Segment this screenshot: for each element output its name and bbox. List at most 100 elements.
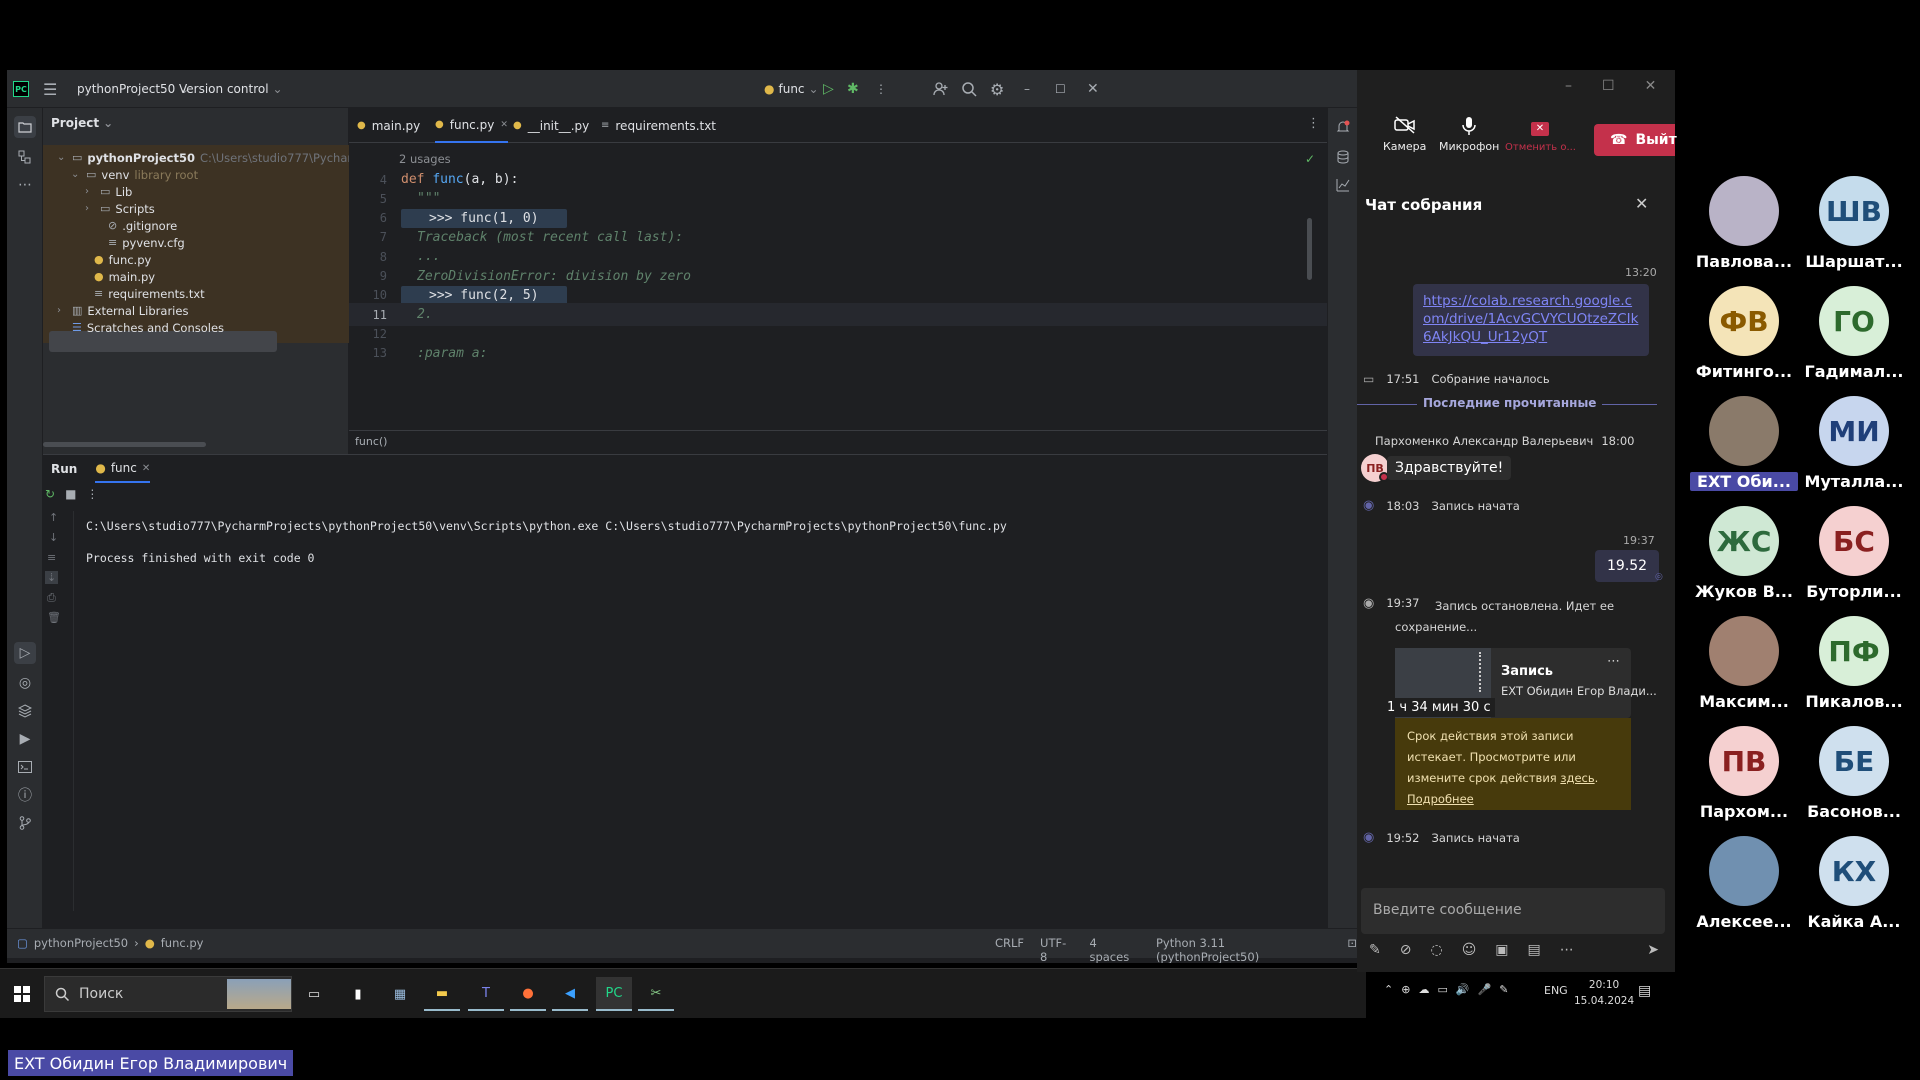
expand-arrow-icon[interactable]: › — [57, 305, 67, 316]
more-compose-icon[interactable]: ⋯ — [1560, 942, 1574, 958]
database-icon[interactable] — [1332, 146, 1354, 168]
participant-tile[interactable]: ШВ Шаршат... — [1800, 176, 1908, 276]
expand-arrow-icon[interactable]: ⌄ — [71, 169, 81, 180]
notifications-bell-icon[interactable] — [1332, 116, 1354, 138]
warning-more-link[interactable]: Подробнее — [1407, 789, 1619, 810]
encoding-widget[interactable]: UTF-8 — [1040, 936, 1073, 963]
debug-icon[interactable]: ✱ — [847, 70, 859, 108]
more-run-actions-icon[interactable]: ⋮ — [86, 487, 98, 501]
camera-button[interactable]: Камера — [1383, 116, 1426, 153]
task-view-icon[interactable]: ▭ — [296, 977, 332, 1011]
participant-tile[interactable]: КХ Кайка А... — [1800, 836, 1908, 936]
run-config-tab[interactable]: ● func ✕ — [95, 455, 151, 483]
close-icon[interactable]: ✕ — [1087, 70, 1099, 108]
participant-tile[interactable]: МИ Муталла... — [1800, 396, 1908, 496]
more-actions-icon[interactable]: ⋮ — [875, 70, 887, 108]
expand-arrow-icon[interactable]: › — [85, 186, 95, 197]
tabs-more-icon[interactable]: ⋮ — [1307, 116, 1320, 131]
tray-cloud-icon[interactable]: ☁ — [1418, 983, 1429, 996]
file-explorer-icon[interactable]: ▬ — [424, 977, 460, 1011]
tray-display-icon[interactable]: ▭ — [1437, 983, 1447, 996]
tab-initpy[interactable]: ● __init__.py — [513, 108, 589, 143]
maximize-icon[interactable]: ☐ — [1602, 78, 1615, 94]
clock[interactable]: 20:10 15.04.2024 — [1574, 977, 1634, 1009]
rerun-icon[interactable]: ↻ — [45, 487, 55, 501]
project-selector[interactable]: pythonProject50 ⌄ — [77, 70, 189, 108]
line-separator-widget[interactable]: CRLF — [995, 936, 1024, 963]
horizontal-scrollbar[interactable] — [43, 442, 206, 447]
line-number[interactable]: 4 — [349, 173, 387, 187]
tray-mic-icon[interactable]: 🎤 — [1478, 983, 1492, 996]
participant-tile[interactable]: ГО Гадимал... — [1800, 286, 1908, 386]
inspection-ok-icon[interactable]: ✓ — [1305, 152, 1315, 166]
layers-icon[interactable] — [14, 700, 36, 722]
participant-tile[interactable]: ПВ Пархом... — [1690, 726, 1798, 826]
project-folder-icon[interactable] — [14, 116, 36, 138]
structure-icon[interactable] — [14, 146, 36, 168]
notifications-icon[interactable]: ▤ — [1638, 983, 1651, 999]
gif-icon[interactable]: ▣ — [1495, 942, 1508, 958]
status-project[interactable]: pythonProject50 — [34, 936, 128, 950]
soft-wrap-icon[interactable]: ≡ — [47, 551, 56, 564]
scroll-down-icon[interactable]: ↓ — [49, 531, 58, 544]
usages-hint[interactable]: 2 usages — [399, 152, 451, 166]
loop-icon[interactable]: ◌ — [1430, 942, 1442, 958]
firefox-icon[interactable]: ● — [510, 977, 546, 1011]
maximize-icon[interactable]: ☐ — [1055, 70, 1066, 108]
windows-start-icon[interactable] — [4, 977, 40, 1011]
minimize-icon[interactable]: – — [1024, 70, 1030, 108]
terminal-icon[interactable] — [14, 756, 36, 778]
participant-tile[interactable]: EXT Оби... — [1690, 396, 1798, 496]
editor-breadcrumb[interactable]: func() — [349, 430, 1327, 454]
read-only-lock-icon[interactable]: ⊡ — [1347, 936, 1357, 963]
recording-more-icon[interactable]: ⋯ — [1607, 654, 1620, 669]
taskbar-search-box[interactable]: Поиск — [44, 976, 292, 1012]
code-line[interactable]: 13:param a: — [349, 342, 1327, 365]
emoji-icon[interactable]: ☺ — [1462, 942, 1477, 958]
add-user-icon[interactable] — [933, 70, 949, 108]
send-icon[interactable]: ➤ — [1647, 942, 1659, 958]
participant-tile[interactable]: Алексее... — [1690, 836, 1798, 936]
search-icon[interactable] — [961, 70, 977, 108]
run-icon[interactable]: ▷ — [823, 70, 834, 108]
line-number[interactable]: 8 — [349, 250, 387, 264]
calculator-icon[interactable]: ▦ — [382, 977, 418, 1011]
line-number[interactable]: 9 — [349, 269, 387, 283]
problems-icon[interactable]: ⓘ — [14, 784, 36, 806]
status-file[interactable]: func.py — [161, 936, 204, 950]
code-area[interactable]: 4 def func(a, b): 5 """ 6 >>> func(1, 0) 7 Trac… — [349, 168, 1327, 428]
settings-gear-icon[interactable]: ⚙ — [990, 70, 1004, 108]
language-indicator[interactable]: ENG — [1544, 984, 1568, 997]
python-packages-icon[interactable]: ◎ — [14, 672, 36, 694]
tray-pen-icon[interactable]: ✎ — [1499, 983, 1508, 996]
line-number[interactable]: 13 — [349, 346, 387, 360]
sciview-icon[interactable] — [1332, 174, 1354, 196]
line-number[interactable]: 10 — [349, 288, 387, 302]
format-icon[interactable]: ✎ — [1369, 942, 1381, 958]
line-number[interactable]: 7 — [349, 230, 387, 244]
teams-icon[interactable]: T — [468, 977, 504, 1011]
project-view-selector[interactable]: Project ⌄ — [51, 116, 113, 130]
scroll-up-icon[interactable]: ↑ — [49, 511, 58, 524]
participant-tile[interactable]: БЕ Басонов... — [1800, 726, 1908, 826]
main-menu-icon[interactable]: ☰ — [43, 70, 57, 108]
stop-icon[interactable]: ■ — [65, 487, 76, 501]
expand-arrow-icon[interactable]: › — [85, 203, 95, 214]
participant-tile[interactable]: Павлова... — [1690, 176, 1798, 276]
leave-button[interactable]: ☎ Выйт — [1594, 124, 1677, 156]
warning-here-link[interactable]: здесь — [1560, 771, 1594, 785]
recording-card[interactable]: 1 ч 34 мин 30 с Запись EXT Обидин Егор В… — [1383, 648, 1657, 718]
line-number[interactable]: 5 — [349, 192, 387, 206]
run-config-selector[interactable]: ● func ⌄ — [764, 70, 819, 108]
participant-tile[interactable]: Максим... — [1690, 616, 1798, 716]
line-number[interactable]: 12 — [349, 327, 387, 341]
participant-tile[interactable]: ПФ Пикалов... — [1800, 616, 1908, 716]
tab-funcpy[interactable]: ● func.py ✕ — [435, 108, 508, 143]
tab-requirementstxt[interactable]: ≡ requirements.txt — [601, 108, 716, 143]
version-control-menu[interactable]: Version control ⌄ — [179, 70, 283, 108]
git-branch-icon[interactable] — [14, 812, 36, 834]
stop-sharing-button[interactable]: ✕ Отменить о... — [1505, 122, 1575, 153]
vertical-scrollbar[interactable] — [1307, 218, 1312, 280]
tray-network-icon[interactable]: ⊕ — [1401, 983, 1410, 996]
line-number[interactable]: 11 — [349, 308, 387, 322]
